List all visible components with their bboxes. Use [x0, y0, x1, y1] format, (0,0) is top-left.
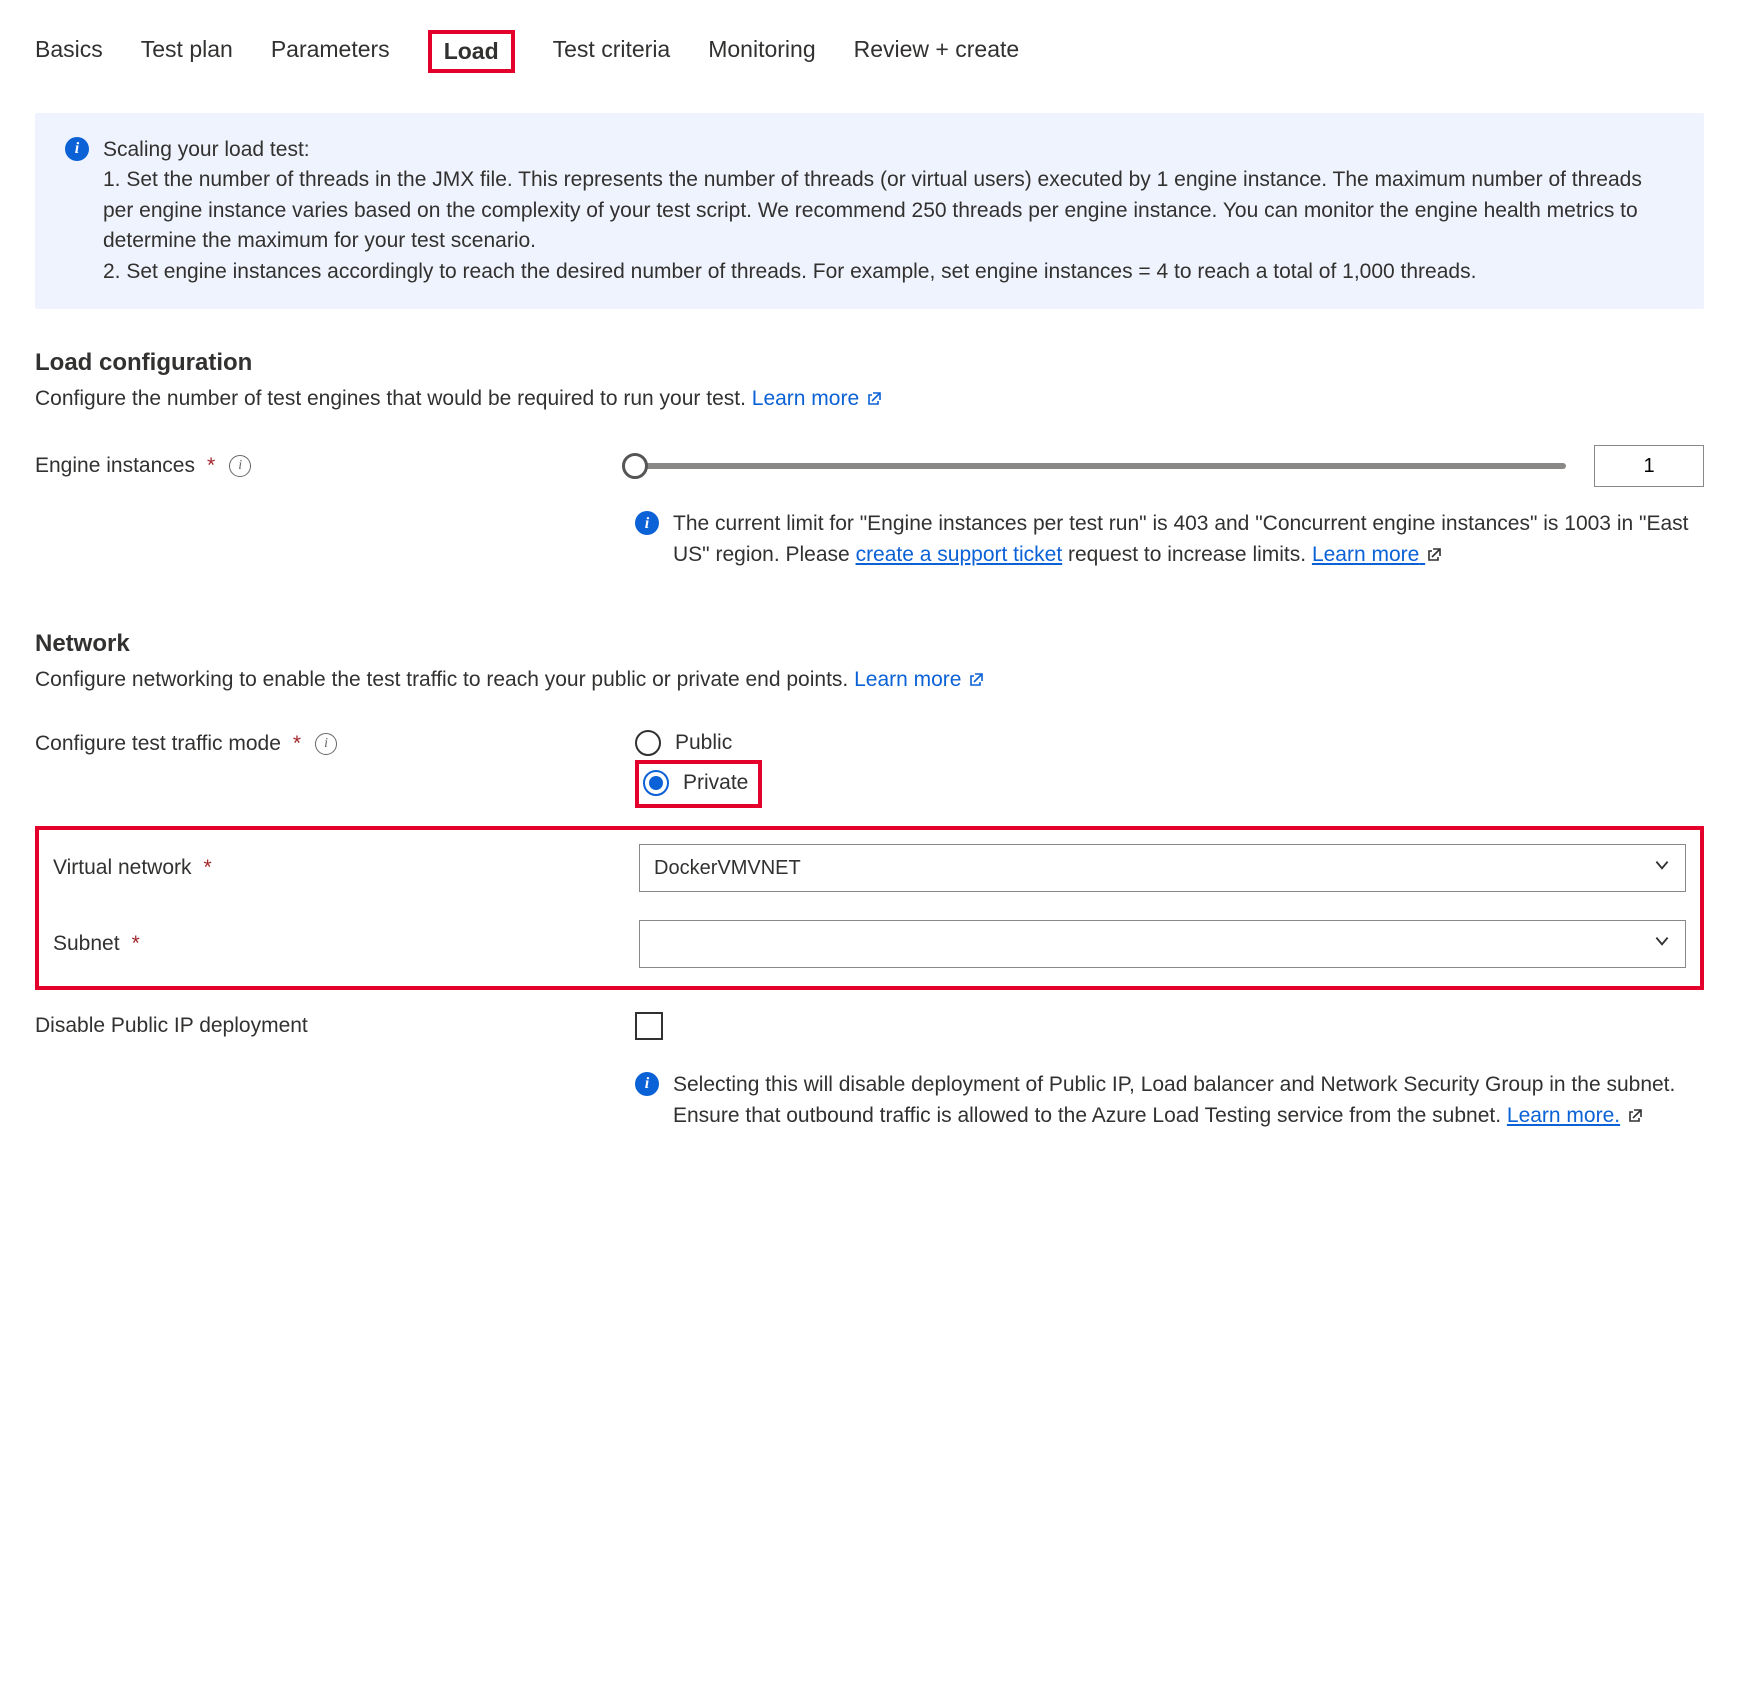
scaling-info-box: i Scaling your load test: 1. Set the num…	[35, 113, 1704, 309]
chevron-down-icon	[1653, 932, 1671, 956]
tab-test-criteria[interactable]: Test criteria	[553, 30, 671, 73]
scaling-info-body: 1. Set the number of threads in the JMX …	[103, 165, 1674, 287]
vnet-subnet-highlight: Virtual network * DockerVMVNET Subnet *	[35, 826, 1704, 990]
disable-public-ip-label: Disable Public IP deployment	[35, 1014, 308, 1038]
info-icon: i	[65, 137, 89, 161]
load-config-heading: Load configuration	[35, 349, 1704, 377]
traffic-mode-public-label: Public	[675, 731, 732, 755]
external-link-icon	[867, 387, 883, 411]
traffic-mode-label: Configure test traffic mode	[35, 732, 281, 756]
required-marker: *	[207, 454, 215, 478]
disable-public-ip-learn-more-link[interactable]: Learn more.	[1507, 1104, 1620, 1127]
traffic-mode-radio-private[interactable]	[643, 770, 669, 796]
create-support-ticket-link[interactable]: create a support ticket	[856, 543, 1063, 566]
engine-instances-input[interactable]	[1594, 445, 1704, 487]
engine-instances-slider[interactable]	[635, 463, 1566, 469]
scaling-info-title: Scaling your load test:	[103, 135, 1674, 165]
tab-parameters[interactable]: Parameters	[271, 30, 390, 73]
vnet-label: Virtual network	[53, 856, 192, 880]
tab-load[interactable]: Load	[428, 30, 515, 73]
external-link-icon	[1427, 540, 1443, 570]
external-link-icon	[969, 668, 985, 692]
subnet-select[interactable]	[639, 920, 1686, 968]
slider-thumb[interactable]	[622, 453, 648, 479]
network-learn-more-link[interactable]: Learn more	[854, 668, 985, 691]
subnet-label: Subnet	[53, 932, 120, 956]
required-marker: *	[132, 932, 140, 956]
engine-limit-learn-more-link[interactable]: Learn more	[1312, 543, 1425, 566]
disable-public-ip-checkbox[interactable]	[635, 1012, 663, 1040]
load-config-sub: Configure the number of test engines tha…	[35, 387, 1704, 411]
vnet-value: DockerVMVNET	[654, 857, 801, 880]
info-icon: i	[635, 1072, 659, 1096]
disable-public-ip-info: i Selecting this will disable deployment…	[635, 1070, 1704, 1131]
traffic-mode-private-label: Private	[683, 771, 748, 795]
load-config-learn-more-link[interactable]: Learn more	[752, 387, 883, 410]
external-link-icon	[1628, 1101, 1644, 1131]
vnet-select[interactable]: DockerVMVNET	[639, 844, 1686, 892]
hint-icon[interactable]: i	[229, 455, 251, 477]
network-sub: Configure networking to enable the test …	[35, 668, 1704, 692]
tab-monitoring[interactable]: Monitoring	[708, 30, 815, 73]
traffic-mode-radio-public[interactable]	[635, 730, 661, 756]
engine-limit-info: i The current limit for "Engine instance…	[635, 509, 1704, 570]
engine-instances-label: Engine instances	[35, 454, 195, 478]
tab-review-create[interactable]: Review + create	[854, 30, 1020, 73]
tab-basics[interactable]: Basics	[35, 30, 103, 73]
engine-instances-row: Engine instances * i	[35, 445, 1704, 487]
tabs-row: Basics Test plan Parameters Load Test cr…	[35, 30, 1704, 73]
info-icon: i	[635, 511, 659, 535]
chevron-down-icon	[1653, 856, 1671, 880]
hint-icon[interactable]: i	[315, 733, 337, 755]
required-marker: *	[293, 732, 301, 756]
tab-test-plan[interactable]: Test plan	[141, 30, 233, 73]
required-marker: *	[204, 856, 212, 880]
traffic-mode-row: Configure test traffic mode * i Public P…	[35, 726, 1704, 808]
network-heading: Network	[35, 630, 1704, 658]
